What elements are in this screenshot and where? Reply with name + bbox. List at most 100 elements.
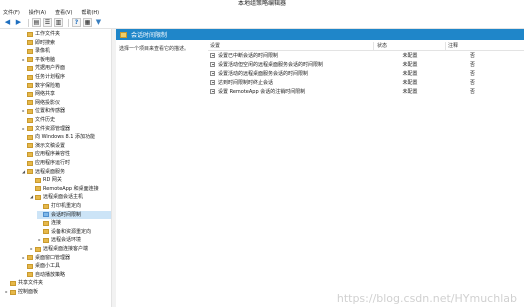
tree-item[interactable]: ◢ 远程桌面服务 [21, 168, 111, 176]
expand-toggle-icon[interactable]: ▸ [21, 56, 26, 64]
policy-row[interactable]: 设置活动但空闲的远程桌面服务会话的时间限制 未配置 否 [208, 60, 524, 69]
tree-item[interactable]: 共享文件夹 [4, 279, 111, 287]
tree-item-label: 位置和传感器 [35, 108, 66, 115]
expand-toggle-icon[interactable]: ▸ [4, 288, 9, 296]
policy-setting-cell: 设置活动但空闲的远程桌面服务会话的时间限制 [208, 61, 374, 68]
tree-item[interactable]: ▸ 平板电脑 [21, 56, 111, 64]
expand-toggle-icon[interactable]: ▸ [29, 245, 34, 253]
window-title: 本地组策略编辑器 [237, 0, 286, 7]
tree-item-label: 演示文稿设置 [35, 142, 66, 149]
menu-bar: 文件(F) 操作(A) 查看(V) 帮助(H) [0, 8, 524, 17]
tree-item-label: 网络共享 [35, 91, 56, 98]
expand-toggle-icon[interactable]: ◢ [21, 168, 26, 176]
menu-view[interactable]: 查看(V) [55, 9, 72, 16]
tree-item[interactable]: 数字保险箱 [21, 82, 111, 90]
tree-item[interactable]: 即时搜索 [21, 39, 111, 47]
column-header-setting[interactable]: 设置 [208, 41, 374, 51]
menu-action[interactable]: 操作(A) [29, 9, 46, 16]
expand-toggle-icon[interactable]: ◢ [29, 193, 34, 201]
folder-icon [43, 237, 49, 243]
export-list-button[interactable]: ▥ [54, 18, 63, 27]
policy-row[interactable]: 设置已中断会话的时间限制 未配置 否 [208, 51, 524, 60]
policy-setting-label: 设置 RemoteApp 会话的注销时间限制 [218, 89, 306, 95]
title-bar: 本地组策略编辑器 [0, 0, 524, 8]
tree-item-label: 连接 [51, 220, 62, 227]
expand-toggle-icon[interactable]: ▸ [37, 236, 42, 244]
tree-item-label: 应用程序兼容性 [35, 151, 71, 158]
tree-item-label: 远程桌面服务 [35, 168, 66, 175]
policy-setting-cell: 设置 RemoteApp 会话的注销时间限制 [208, 88, 374, 95]
tree-item[interactable]: 会话时间限制 [37, 210, 111, 219]
forward-button[interactable]: ▶ [14, 18, 23, 27]
policy-row[interactable]: 达到时间限制时终止会话 未配置 否 [208, 78, 524, 87]
policy-setting-cell: 达到时间限制时终止会话 [208, 79, 374, 86]
tree-item[interactable]: ▸ 桌面窗口管理器 [21, 254, 111, 262]
tree-item-label: 远程会话环境 [51, 237, 82, 244]
policy-row[interactable]: 设置活动的远程桌面服务会话的时间限制 未配置 否 [208, 69, 524, 78]
tree-item-label: 设备和资源重定向 [51, 228, 92, 235]
tree-item[interactable]: 工作文件夹 [21, 30, 111, 38]
folder-icon [43, 203, 49, 209]
tree-item[interactable]: ▸ 位置和传感器 [21, 107, 111, 115]
filter-icon: ▼ [95, 18, 102, 26]
list-view-button[interactable]: ☰ [43, 18, 52, 27]
watermark: https://blog.csdn.net/HYmuchlab [336, 292, 517, 305]
toolbar-separator [28, 18, 29, 27]
tree-item[interactable]: 打印机重定向 [37, 202, 111, 210]
tree-item[interactable]: 向 Windows 8.1 添加功能 [21, 133, 111, 141]
menu-help[interactable]: 帮助(H) [81, 9, 99, 16]
tree-item[interactable]: 演示文稿设置 [21, 142, 111, 150]
tree-item[interactable]: 桌面小工具 [21, 262, 111, 270]
folder-icon [27, 65, 33, 71]
help-button[interactable]: ? [72, 18, 81, 27]
tree-item-label: 工作文件夹 [35, 31, 61, 37]
tree-item[interactable]: 应用程序兼容性 [21, 150, 111, 158]
expand-toggle-icon[interactable]: ▸ [21, 125, 26, 133]
expand-toggle-icon[interactable]: ▸ [21, 107, 26, 115]
tree-item[interactable]: ▸ 远程会话环境 [37, 236, 111, 244]
menu-file[interactable]: 文件(F) [3, 9, 20, 16]
properties-button[interactable]: ▦ [83, 18, 92, 27]
policy-state-cell: 未配置 [402, 62, 418, 68]
policy-setting-label: 达到时间限制时终止会话 [218, 80, 274, 86]
folder-icon [27, 169, 33, 175]
description-text: 选择一个项目来查看它的描述。 [119, 46, 190, 52]
properties-icon: ▦ [84, 19, 91, 26]
folder-icon [27, 117, 33, 123]
back-button[interactable]: ◀ [3, 18, 12, 27]
tree-item-label: 远程桌面连接客户端 [43, 246, 89, 252]
policy-state-cell: 未配置 [402, 89, 418, 95]
tree-item[interactable]: 凭据用户界面 [21, 64, 111, 72]
tree-item[interactable]: ▸ 控制面板 [4, 288, 111, 296]
tree-item[interactable]: ▸ 文件资源管理器 [21, 125, 111, 133]
tree-item[interactable]: ▸ 远程桌面连接客户端 [29, 245, 111, 253]
tree-item[interactable]: 自动播放策略 [21, 271, 111, 279]
tree-item-label: 应用程序运行时 [35, 160, 71, 166]
expand-toggle-icon[interactable]: ▸ [21, 254, 26, 262]
tree-item[interactable]: 文件历史 [21, 116, 111, 124]
tree-item[interactable]: 应用程序运行时 [21, 159, 111, 167]
column-header-state[interactable]: 状态 [374, 41, 446, 51]
folder-icon [35, 246, 41, 252]
tree-item[interactable]: RD 网关 [29, 176, 111, 184]
folder-icon [27, 83, 33, 89]
folder-icon [35, 177, 41, 183]
tree-item[interactable]: 录像机 [21, 47, 111, 55]
folder-icon [27, 263, 33, 269]
tree-item[interactable]: 设备和资源重定向 [37, 228, 111, 236]
column-header-comment[interactable]: 注释 [446, 42, 524, 51]
tree-item[interactable]: 网络共享 [21, 90, 111, 98]
filter-button[interactable]: ▼ [94, 18, 103, 27]
tree-item[interactable]: 任务计划程序 [21, 73, 111, 81]
tree-item[interactable]: RemoteApp 和桌面连接 [29, 185, 111, 193]
folder-icon [27, 126, 33, 132]
tree-item[interactable]: ◢ 远程桌面会话主机 [29, 193, 111, 201]
folder-icon [27, 255, 33, 261]
tree-item[interactable]: 网络投影仪 [21, 99, 111, 107]
tree-item-label: 平板电脑 [35, 56, 56, 63]
console-tree[interactable]: 工作文件夹 即时搜索 录像机 ▸ 平板电脑 凭据用户界面 任务计划程序 数字保险箱 网络共享 网络… [0, 29, 112, 307]
policy-comment-cell: 否 [470, 71, 476, 77]
tree-item[interactable]: 连接 [37, 219, 111, 227]
show-hide-tree-button[interactable]: ▤ [32, 18, 41, 27]
policy-row[interactable]: 设置 RemoteApp 会话的注销时间限制 未配置 否 [208, 87, 524, 96]
